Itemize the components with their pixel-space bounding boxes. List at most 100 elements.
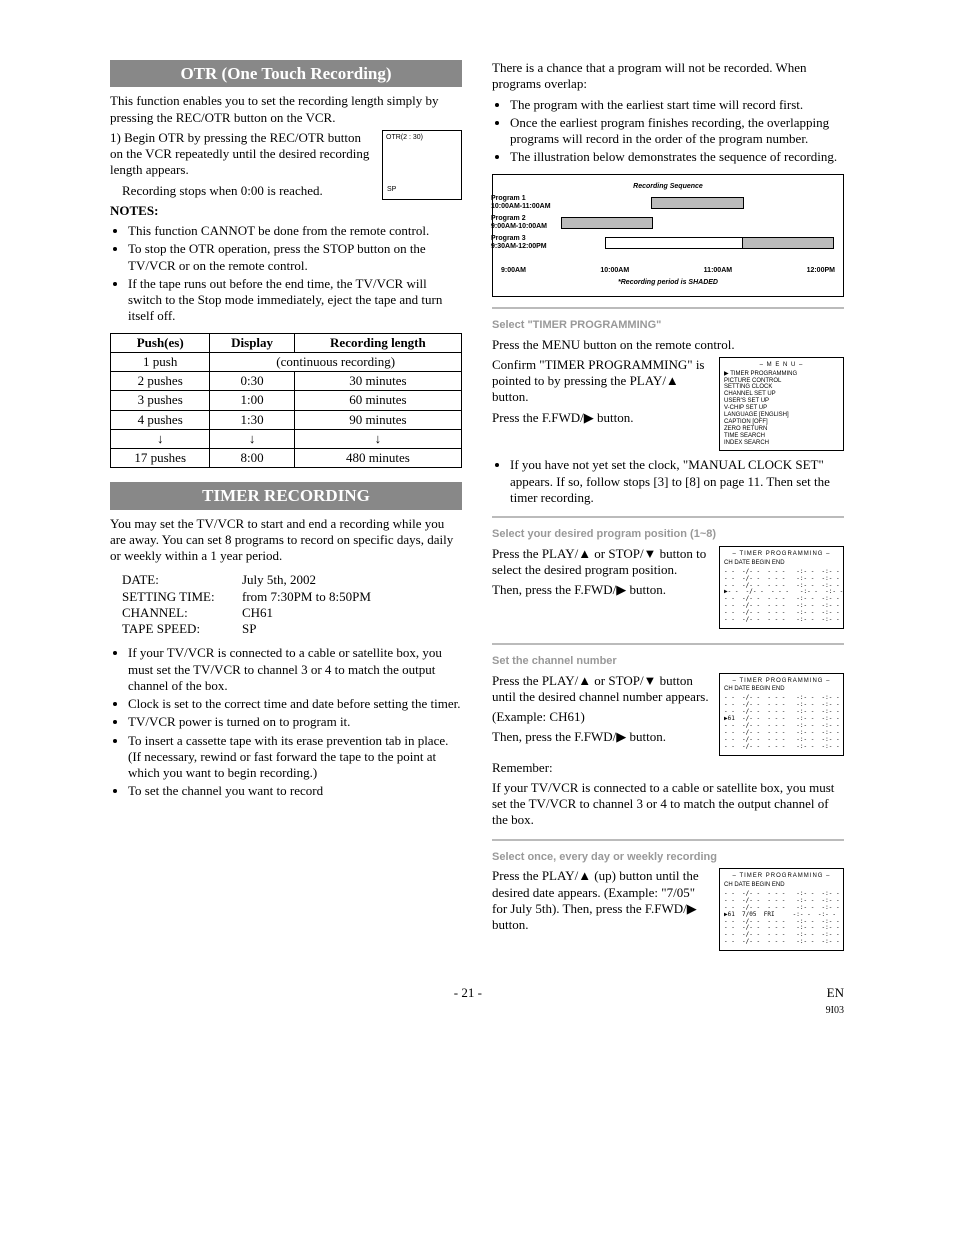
seq-label: 9:00AM-10:00AM xyxy=(491,223,547,230)
osd-item: LANGUAGE [ENGLISH] xyxy=(724,412,839,419)
list-item: TV/VCR power is turned on to program it. xyxy=(128,714,462,730)
list-item: To set the channel you want to record xyxy=(128,783,462,799)
step-text: Press the MENU button on the remote cont… xyxy=(492,337,844,353)
list-item: Clock is set to the correct time and dat… xyxy=(128,696,462,712)
timer-prog-osd-ch: – TIMER PROGRAMMING – CH DATE BEGIN END … xyxy=(719,673,844,756)
otr-intro: This function enables you to set the rec… xyxy=(110,93,462,126)
timer-intro: You may set the TV/VCR to start and end … xyxy=(110,516,462,565)
osd-title: – TIMER PROGRAMMING – xyxy=(724,873,839,880)
osd-item: SETTING CLOCK xyxy=(724,384,839,391)
table-cell: 480 minutes xyxy=(294,449,461,468)
kv-key: SETTING TIME: xyxy=(122,589,242,605)
step-text: If you have not yet set the clock, "MANU… xyxy=(510,457,844,506)
overlap-intro: There is a chance that a program will no… xyxy=(492,60,844,93)
seq-label: Program 3 xyxy=(491,235,526,242)
osd-title: – TIMER PROGRAMMING – xyxy=(724,551,839,558)
seq-title: Recording Sequence xyxy=(501,183,835,192)
recording-sequence-diagram: Recording Sequence Program 110:00AM-11:0… xyxy=(492,174,844,297)
step-heading-date: Select once, every day or weekly recordi… xyxy=(492,851,844,865)
table-cell: 0:30 xyxy=(210,372,294,391)
osd-item: CAPTION [OFF] xyxy=(724,419,839,426)
osd-item: INDEX SEARCH xyxy=(724,440,839,447)
seq-time: 9:00AM xyxy=(501,267,526,276)
step-heading-pos: Select your desired program position (1~… xyxy=(492,528,844,542)
th-pushes: Push(es) xyxy=(111,333,210,352)
osd-item: CHANNEL SET UP xyxy=(724,391,839,398)
seq-time: 11:00AM xyxy=(704,267,732,276)
table-cell: 60 minutes xyxy=(294,391,461,410)
step-heading-ch: Set the channel number xyxy=(492,655,844,669)
overlap-bullets: The program with the earliest start time… xyxy=(492,97,844,166)
th-length: Recording length xyxy=(294,333,461,352)
timer-prog-osd: – TIMER PROGRAMMING – CH DATE BEGIN END … xyxy=(719,546,844,629)
list-item: The program with the earliest start time… xyxy=(510,97,844,113)
osd-item: ZERO RETURN xyxy=(724,426,839,433)
page-footer: - 21 - EN 9I03 xyxy=(110,985,844,1018)
table-cell: 17 pushes xyxy=(111,449,210,468)
step-text: Remember: xyxy=(492,760,844,776)
table-cell: 1 push xyxy=(111,352,210,371)
kv-val: from 7:30PM to 8:50PM xyxy=(242,589,371,605)
table-cell: 3 pushes xyxy=(111,391,210,410)
seq-label: Program 1 xyxy=(491,195,526,202)
otr-osd-sp: SP xyxy=(387,186,396,195)
kv-key: DATE: xyxy=(122,572,242,588)
list-item: To stop the OTR operation, press the STO… xyxy=(128,241,462,274)
table-cell: ↓ xyxy=(294,429,461,448)
osd-title: – M E N U – xyxy=(724,362,839,369)
kv-val: SP xyxy=(242,621,256,637)
osd-item: TIMER PROGRAMMING xyxy=(724,371,839,378)
timer-heading: TIMER RECORDING xyxy=(110,482,462,509)
list-item: This function CANNOT be done from the re… xyxy=(128,223,462,239)
otr-osd-box: OTR(2 : 30) SP xyxy=(382,130,462,200)
step-heading-tp: Select "TIMER PROGRAMMING" xyxy=(492,319,844,333)
menu-osd: – M E N U – TIMER PROGRAMMING PICTURE CO… xyxy=(719,357,844,452)
kv-val: July 5th, 2002 xyxy=(242,572,316,588)
footer-code: 9I03 xyxy=(826,1005,844,1016)
otr-heading: OTR (One Touch Recording) xyxy=(110,60,462,87)
kv-key: CHANNEL: xyxy=(122,605,242,621)
osd-header: CH DATE BEGIN END xyxy=(724,882,839,889)
osd-item: TIME SEARCH xyxy=(724,433,839,440)
kv-key: TAPE SPEED: xyxy=(122,621,242,637)
osd-item: PICTURE CONTROL xyxy=(724,378,839,385)
page-number: - 21 - xyxy=(454,985,482,1018)
table-cell: 2 pushes xyxy=(111,372,210,391)
table-cell: (continuous recording) xyxy=(210,352,462,371)
notes-label: NOTES: xyxy=(110,203,462,219)
osd-header: CH DATE BEGIN END xyxy=(724,560,839,567)
osd-header: CH DATE BEGIN END xyxy=(724,686,839,693)
table-cell: 1:30 xyxy=(210,410,294,429)
otr-notes-list: This function CANNOT be done from the re… xyxy=(110,223,462,325)
list-item: To insert a cassette tape with its erase… xyxy=(128,733,462,782)
osd-title: – TIMER PROGRAMMING – xyxy=(724,678,839,685)
table-cell: 8:00 xyxy=(210,449,294,468)
list-item: The illustration below demonstrates the … xyxy=(510,149,844,165)
left-column: OTR (One Touch Recording) This function … xyxy=(110,60,462,955)
page-content: OTR (One Touch Recording) This function … xyxy=(110,60,844,955)
table-cell: 1:00 xyxy=(210,391,294,410)
table-cell: ↓ xyxy=(210,429,294,448)
example-settings: DATE:July 5th, 2002 SETTING TIME:from 7:… xyxy=(122,572,462,637)
table-cell: ↓ xyxy=(111,429,210,448)
th-display: Display xyxy=(210,333,294,352)
seq-label: Program 2 xyxy=(491,215,526,222)
timer-prog-osd-date: – TIMER PROGRAMMING – CH DATE BEGIN END … xyxy=(719,868,844,951)
footer-lang: EN xyxy=(827,985,844,1000)
seq-label: 9:30AM-12:00PM xyxy=(491,243,547,250)
seq-label: 10:00AM-11:00AM xyxy=(491,203,551,210)
seq-note: *Recording period is SHADED xyxy=(501,279,835,288)
list-item: If your TV/VCR is connected to a cable o… xyxy=(128,645,462,694)
step-text: If your TV/VCR is connected to a cable o… xyxy=(492,780,844,829)
table-cell: 30 minutes xyxy=(294,372,461,391)
seq-time: 12:00PM xyxy=(807,267,835,276)
seq-time: 10:00AM xyxy=(600,267,629,276)
pushes-table: Push(es) Display Recording length 1 push… xyxy=(110,333,462,469)
osd-item: USER'S SET UP xyxy=(724,398,839,405)
table-cell: 90 minutes xyxy=(294,410,461,429)
right-column: There is a chance that a program will no… xyxy=(492,60,844,955)
table-cell: 4 pushes xyxy=(111,410,210,429)
list-item: Once the earliest program finishes recor… xyxy=(510,115,844,148)
timer-bullets: If your TV/VCR is connected to a cable o… xyxy=(110,645,462,799)
osd-item: V-CHIP SET UP xyxy=(724,405,839,412)
